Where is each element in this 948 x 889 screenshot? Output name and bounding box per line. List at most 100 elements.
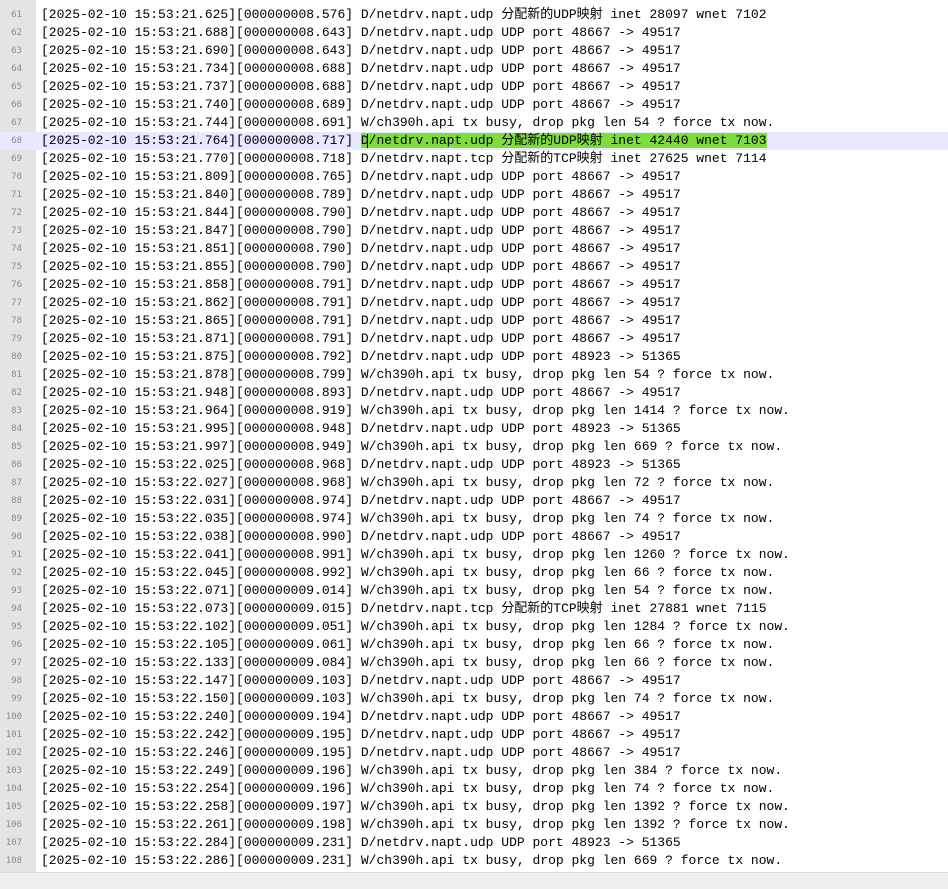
editor-line[interactable]: 96 [2025-02-10 15:53:22.105][000000009.06… <box>0 636 948 654</box>
editor-line[interactable]: 65 [2025-02-10 15:53:21.737][000000008.68… <box>0 78 948 96</box>
editor-line[interactable]: 87 [2025-02-10 15:53:22.027][000000008.96… <box>0 474 948 492</box>
log-message: W/ch390h.api tx busy, drop pkg len 384 ?… <box>360 763 783 778</box>
editor-line[interactable]: 77 [2025-02-10 15:53:21.862][000000008.79… <box>0 294 948 312</box>
log-timestamp: [2025-02-10 15:53:22.025][000000008.968] <box>41 457 361 472</box>
editor-line[interactable]: 71 [2025-02-10 15:53:21.840][000000008.78… <box>0 186 948 204</box>
line-content: [2025-02-10 15:53:21.740][000000008.689]… <box>41 96 681 114</box>
editor-line[interactable]: 68 [2025-02-10 15:53:21.764][000000008.71… <box>0 132 948 150</box>
log-message: W/ch390h.api tx busy, drop pkg len 669 ?… <box>360 439 783 454</box>
editor-line[interactable]: 76 [2025-02-10 15:53:21.858][000000008.79… <box>0 276 948 294</box>
log-message: D/netdrv.napt.udp UDP port 48667 -> 4951… <box>360 331 681 346</box>
log-timestamp: [2025-02-10 15:53:21.737][000000008.688] <box>41 79 361 94</box>
editor-line[interactable]: 97 [2025-02-10 15:53:22.133][000000009.08… <box>0 654 948 672</box>
log-timestamp: [2025-02-10 15:53:21.840][000000008.789] <box>41 187 361 202</box>
line-content: [2025-02-10 15:53:22.073][000000009.015]… <box>41 600 767 618</box>
line-content: [2025-02-10 15:53:22.246][000000009.195]… <box>41 744 681 762</box>
editor-line[interactable]: 92 [2025-02-10 15:53:22.045][000000008.99… <box>0 564 948 582</box>
editor-line[interactable]: 72 [2025-02-10 15:53:21.844][000000008.79… <box>0 204 948 222</box>
line-content: [2025-02-10 15:53:22.254][000000009.196]… <box>41 780 774 798</box>
editor-line[interactable]: 90 [2025-02-10 15:53:22.038][000000008.99… <box>0 528 948 546</box>
line-number: 71 <box>11 190 22 200</box>
log-message: D/netdrv.napt.udp UDP port 48667 -> 4951… <box>360 43 681 58</box>
line-number: 91 <box>11 550 22 560</box>
editor-line[interactable]: 101 [2025-02-10 15:53:22.242][000000009.1… <box>0 726 948 744</box>
editor-line[interactable]: 95 [2025-02-10 15:53:22.102][000000009.05… <box>0 618 948 636</box>
line-number: 90 <box>11 532 22 542</box>
editor-line[interactable]: 88 [2025-02-10 15:53:22.031][000000008.97… <box>0 492 948 510</box>
editor-line[interactable]: 63 [2025-02-10 15:53:21.690][000000008.64… <box>0 42 948 60</box>
line-number: 69 <box>11 154 22 164</box>
editor-line[interactable]: 64 [2025-02-10 15:53:21.734][000000008.68… <box>0 60 948 78</box>
log-message: D/netdrv.napt.udp UDP port 48667 -> 4951… <box>360 169 681 184</box>
editor-line[interactable]: 102 [2025-02-10 15:53:22.246][000000009.1… <box>0 744 948 762</box>
log-timestamp: [2025-02-10 15:53:22.258][000000009.197] <box>41 799 361 814</box>
log-timestamp: [2025-02-10 15:53:22.035][000000008.974] <box>41 511 361 526</box>
editor-line[interactable]: 89 [2025-02-10 15:53:22.035][000000008.97… <box>0 510 948 528</box>
log-message: W/ch390h.api tx busy, drop pkg len 1392 … <box>360 817 790 832</box>
editor-line[interactable]: 108 [2025-02-10 15:53:22.286][000000009.2… <box>0 852 948 870</box>
editor-line[interactable]: 107 [2025-02-10 15:53:22.284][000000009.2… <box>0 834 948 852</box>
editor-line[interactable]: 100 [2025-02-10 15:53:22.240][000000009.1… <box>0 708 948 726</box>
editor-line[interactable]: 105 [2025-02-10 15:53:22.258][000000009.1… <box>0 798 948 816</box>
editor-line[interactable]: 93 [2025-02-10 15:53:22.071][000000009.01… <box>0 582 948 600</box>
log-timestamp: [2025-02-10 15:53:21.740][000000008.689] <box>41 97 361 112</box>
editor-line[interactable]: 106 [2025-02-10 15:53:22.261][000000009.1… <box>0 816 948 834</box>
line-number: 67 <box>11 118 22 128</box>
editor-line[interactable]: 61 [2025-02-10 15:53:21.625][000000008.57… <box>0 6 948 24</box>
editor-line[interactable]: 99 [2025-02-10 15:53:22.150][000000009.10… <box>0 690 948 708</box>
editor-line[interactable]: 70 [2025-02-10 15:53:21.809][000000008.76… <box>0 168 948 186</box>
log-message: W/ch390h.api tx busy, drop pkg len 74 ? … <box>360 511 775 526</box>
editor-line[interactable]: 69 [2025-02-10 15:53:21.770][000000008.71… <box>0 150 948 168</box>
text-editor[interactable]: 61 [2025-02-10 15:53:21.625][000000008.57… <box>0 0 948 889</box>
log-timestamp: [2025-02-10 15:53:21.764][000000008.717] <box>41 133 361 148</box>
editor-line[interactable]: 62 [2025-02-10 15:53:21.688][000000008.64… <box>0 24 948 42</box>
line-number: 66 <box>11 100 22 110</box>
log-timestamp: [2025-02-10 15:53:22.027][000000008.968] <box>41 475 361 490</box>
line-number: 103 <box>5 766 22 776</box>
log-message: D/netdrv.napt.udp UDP port 48667 -> 4951… <box>360 727 681 742</box>
log-timestamp: [2025-02-10 15:53:21.734][000000008.688] <box>41 61 361 76</box>
log-timestamp: [2025-02-10 15:53:22.254][000000009.196] <box>41 781 361 796</box>
editor-line[interactable]: 78 [2025-02-10 15:53:21.865][000000008.79… <box>0 312 948 330</box>
editor-line[interactable]: 84 [2025-02-10 15:53:21.995][000000008.94… <box>0 420 948 438</box>
editor-line[interactable]: 75 [2025-02-10 15:53:21.855][000000008.79… <box>0 258 948 276</box>
log-timestamp: [2025-02-10 15:53:22.133][000000009.084] <box>41 655 361 670</box>
editor-line[interactable]: 83 [2025-02-10 15:53:21.964][000000008.91… <box>0 402 948 420</box>
line-number: 89 <box>11 514 22 524</box>
editor-line[interactable]: 67 [2025-02-10 15:53:21.744][000000008.69… <box>0 114 948 132</box>
log-timestamp: [2025-02-10 15:53:22.150][000000009.103] <box>41 691 361 706</box>
log-message: D/netdrv.napt.tcp 分配新的TCP映射 inet 27625 w… <box>360 151 767 166</box>
log-message: W/ch390h.api tx busy, drop pkg len 74 ? … <box>360 691 775 706</box>
editor-line[interactable]: 94 [2025-02-10 15:53:22.073][000000009.01… <box>0 600 948 618</box>
log-timestamp: [2025-02-10 15:53:22.249][000000009.196] <box>41 763 361 778</box>
log-message: D/netdrv.napt.udp UDP port 48923 -> 5136… <box>360 421 681 436</box>
editor-line[interactable]: 82 [2025-02-10 15:53:21.948][000000008.89… <box>0 384 948 402</box>
editor-line[interactable]: 74 [2025-02-10 15:53:21.851][000000008.79… <box>0 240 948 258</box>
line-number: 68 <box>11 136 22 146</box>
log-timestamp: [2025-02-10 15:53:22.031][000000008.974] <box>41 493 361 508</box>
line-number: 79 <box>11 334 22 344</box>
log-message: D/netdrv.napt.udp UDP port 48667 -> 4951… <box>360 493 681 508</box>
editor-line[interactable]: 86 [2025-02-10 15:53:22.025][000000008.96… <box>0 456 948 474</box>
editor-line[interactable]: 79 [2025-02-10 15:53:21.871][000000008.79… <box>0 330 948 348</box>
editor-line[interactable]: 91 [2025-02-10 15:53:22.041][000000008.99… <box>0 546 948 564</box>
editor-line[interactable]: 66 [2025-02-10 15:53:21.740][000000008.68… <box>0 96 948 114</box>
editor-line[interactable]: 104 [2025-02-10 15:53:22.254][000000009.1… <box>0 780 948 798</box>
line-number: 64 <box>11 64 22 74</box>
log-message: D/netdrv.napt.tcp 分配新的TCP映射 inet 27881 w… <box>360 601 767 616</box>
editor-line[interactable]: 81 [2025-02-10 15:53:21.878][000000008.79… <box>0 366 948 384</box>
log-timestamp: [2025-02-10 15:53:22.147][000000009.103] <box>41 673 361 688</box>
editor-line[interactable]: 85 [2025-02-10 15:53:21.997][000000008.94… <box>0 438 948 456</box>
horizontal-scrollbar[interactable] <box>0 872 948 889</box>
line-number: 99 <box>11 694 22 704</box>
log-message: D/netdrv.napt.udp UDP port 48667 -> 4951… <box>360 313 681 328</box>
editor-line[interactable]: 103 [2025-02-10 15:53:22.249][000000009.1… <box>0 762 948 780</box>
log-message: W/ch390h.api tx busy, drop pkg len 72 ? … <box>360 475 775 490</box>
editor-line[interactable]: 73 [2025-02-10 15:53:21.847][000000008.79… <box>0 222 948 240</box>
line-number: 65 <box>11 82 22 92</box>
editor-line[interactable]: 98 [2025-02-10 15:53:22.147][000000009.10… <box>0 672 948 690</box>
log-message: D/netdrv.napt.udp UDP port 48667 -> 4951… <box>360 277 681 292</box>
log-timestamp: [2025-02-10 15:53:21.844][000000008.790] <box>41 205 361 220</box>
editor-line[interactable]: 80 [2025-02-10 15:53:21.875][000000008.79… <box>0 348 948 366</box>
line-content: [2025-02-10 15:53:21.948][000000008.893]… <box>41 384 681 402</box>
